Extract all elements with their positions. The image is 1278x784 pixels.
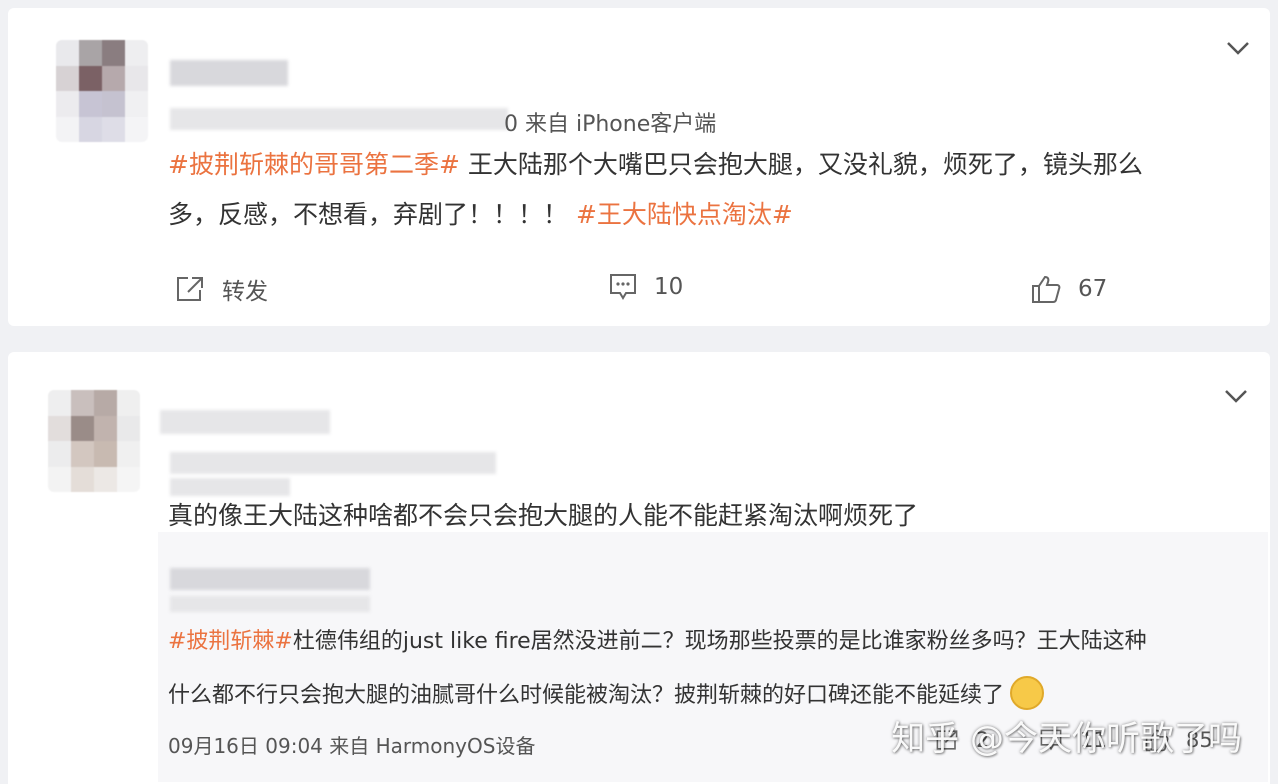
like-icon [1032, 275, 1061, 303]
username-blurred[interactable] [160, 410, 330, 434]
post-source: 0 来自 iPhone客户端 [504, 112, 717, 137]
repost-label: 转发 [222, 279, 268, 305]
chevron-down-icon[interactable] [1222, 382, 1250, 410]
like-button[interactable]: 67 [1030, 274, 1107, 304]
chevron-down-icon[interactable] [1224, 34, 1252, 62]
avatar[interactable] [48, 390, 140, 492]
reply-text-line1: #披荆斩棘#杜德伟组的just like fire居然没进前二？现场那些投票的是… [168, 629, 1147, 654]
hashtag-link[interactable]: #王大陆快点淘汰# [576, 200, 793, 229]
comment-count: 10 [654, 274, 684, 300]
reply-username-blurred [170, 596, 370, 612]
timestamp-blurred [170, 108, 508, 130]
post-card-1: 0 来自 iPhone客户端 #披荆斩棘的哥哥第二季# 王大陆那个大嘴巴只会抱大… [8, 8, 1270, 326]
hashtag-link[interactable]: #披荆斩棘的哥哥第二季# [168, 150, 460, 179]
comment-button[interactable]: 10 [608, 272, 683, 302]
post-text-line1: #披荆斩棘的哥哥第二季# 王大陆那个大嘴巴只会抱大腿，又没礼貌，烦死了，镜头那么 [168, 150, 1143, 179]
comment-icon [610, 274, 636, 300]
hashtag-link[interactable]: #披荆斩棘# [168, 629, 293, 654]
avatar[interactable] [56, 40, 148, 142]
reply-username-blurred[interactable] [170, 568, 370, 590]
like-count: 67 [1078, 276, 1108, 302]
timestamp-blurred [170, 452, 496, 474]
share-icon [177, 277, 203, 301]
smile-emoji-icon [1010, 676, 1045, 710]
post-text-line2: 多，反感，不想看，弃剧了！！！！ #王大陆快点淘汰# [168, 200, 793, 229]
username-blurred[interactable] [170, 60, 288, 86]
reply-meta: 09月16日 09:04 来自 HarmonyOS设备 [168, 734, 536, 758]
watermark: 知乎 @今天你听歌了吗 [891, 719, 1242, 759]
repost-button[interactable]: 转发 [174, 272, 268, 306]
